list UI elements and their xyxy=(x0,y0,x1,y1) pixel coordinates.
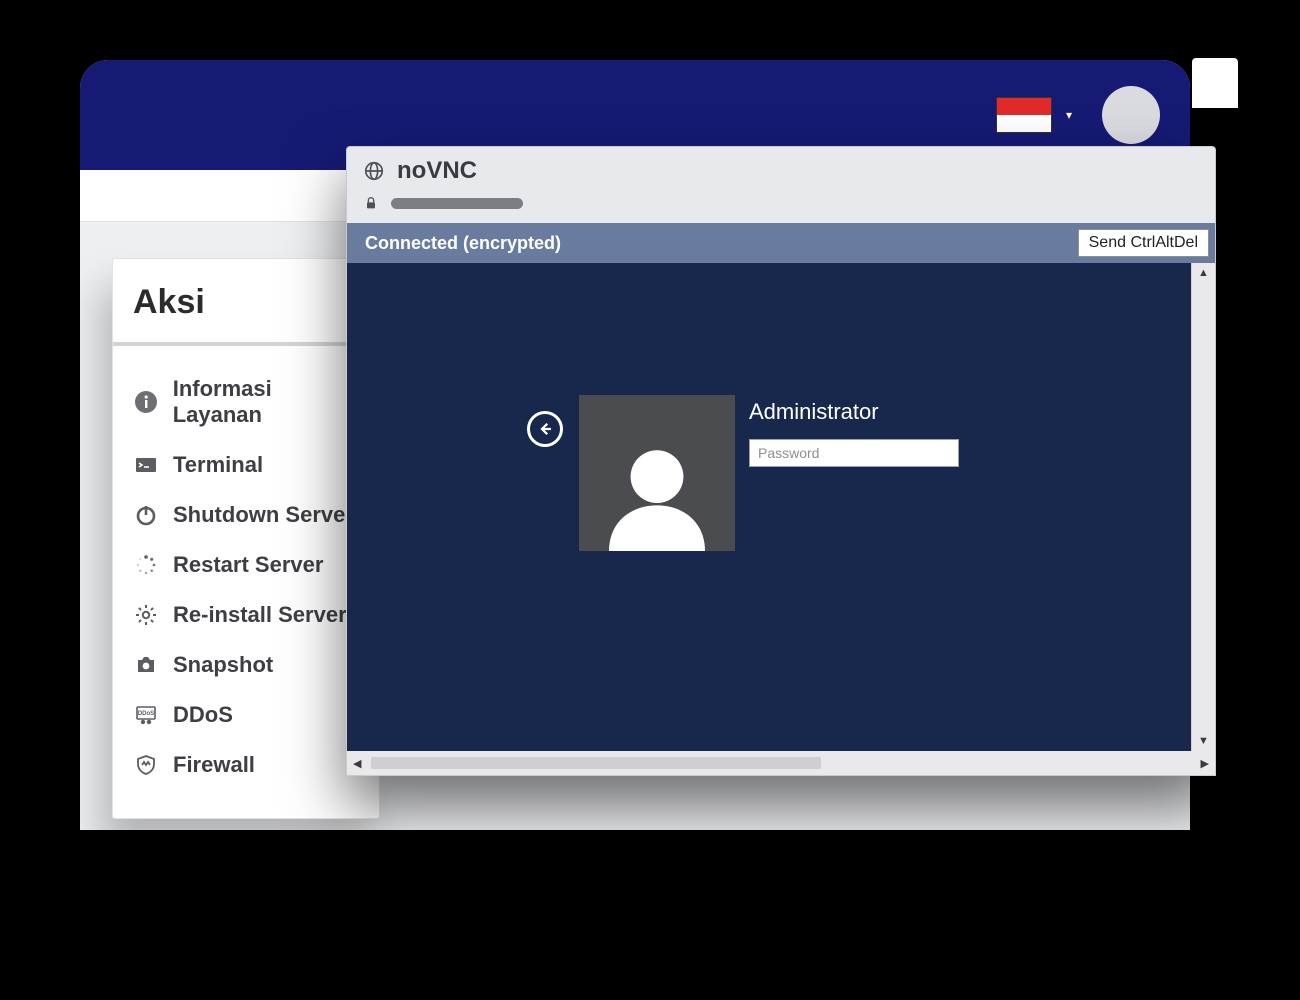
arrow-left-icon xyxy=(536,420,554,438)
scroll-up-icon[interactable]: ▲ xyxy=(1198,263,1209,283)
user-avatar[interactable] xyxy=(1102,86,1160,144)
scroll-down-icon[interactable]: ▼ xyxy=(1198,731,1209,751)
send-ctrlaltdel-button[interactable]: Send CtrlAltDel xyxy=(1078,229,1209,257)
sidebar-item-info[interactable]: Informasi Layanan xyxy=(129,364,369,440)
novnc-window: noVNC Connected (encrypted) Send CtrlAlt… xyxy=(346,146,1216,776)
power-icon xyxy=(133,502,159,528)
globe-icon xyxy=(363,160,385,182)
lock-icon xyxy=(363,195,379,211)
actions-sidebar: Aksi Informasi Layanan Terminal Shutdown xyxy=(112,258,380,819)
background-tab-notch xyxy=(1192,58,1238,108)
ddos-icon: DDoS xyxy=(133,702,159,728)
camera-icon xyxy=(133,652,159,678)
sidebar-item-label: Terminal xyxy=(173,452,263,478)
terminal-icon xyxy=(133,452,159,478)
user-icon xyxy=(597,431,717,551)
back-arrow-button[interactable] xyxy=(527,411,563,447)
login-user-avatar xyxy=(579,395,735,551)
sidebar-item-label: DDoS xyxy=(173,702,233,728)
sidebar-item-label: Informasi Layanan xyxy=(173,376,365,428)
svg-text:DDoS: DDoS xyxy=(138,711,154,717)
horizontal-scrollbar[interactable]: ◀ ▶ xyxy=(347,751,1215,775)
vertical-scrollbar[interactable]: ▲ ▼ xyxy=(1191,263,1215,751)
sidebar-item-firewall[interactable]: Firewall xyxy=(129,740,369,790)
sidebar-item-snapshot[interactable]: Snapshot xyxy=(129,640,369,690)
sidebar-item-restart[interactable]: Restart Server xyxy=(129,540,369,590)
sidebar-item-label: Restart Server xyxy=(173,552,323,578)
login-username: Administrator xyxy=(749,399,879,425)
browser-tab-row: noVNC xyxy=(347,147,1215,191)
sidebar-list: Informasi Layanan Terminal Shutdown Serv… xyxy=(113,346,379,818)
sidebar-title: Aksi xyxy=(113,259,379,342)
url-obscured xyxy=(391,198,523,209)
sidebar-item-reinstall[interactable]: Re-install Server xyxy=(129,590,369,640)
address-bar[interactable] xyxy=(347,191,1215,223)
locale-flag[interactable] xyxy=(996,97,1052,133)
password-input[interactable] xyxy=(749,439,959,467)
sidebar-item-ddos[interactable]: DDoS DDoS xyxy=(129,690,369,740)
scroll-right-icon[interactable]: ▶ xyxy=(1195,757,1215,770)
sidebar-item-label: Re-install Server xyxy=(173,602,347,628)
browser-tab-title: noVNC xyxy=(397,157,477,185)
vnc-status-bar: Connected (encrypted) Send CtrlAltDel xyxy=(347,223,1215,263)
remote-desktop-canvas[interactable]: Administrator xyxy=(347,263,1191,751)
sidebar-item-shutdown[interactable]: Shutdown Server xyxy=(129,490,369,540)
scroll-left-icon[interactable]: ◀ xyxy=(347,757,367,770)
locale-dropdown-caret[interactable]: ▾ xyxy=(1066,108,1072,122)
info-icon xyxy=(133,389,159,415)
scroll-thumb[interactable] xyxy=(371,757,821,769)
connection-status: Connected (encrypted) xyxy=(365,233,561,254)
shield-icon xyxy=(133,752,159,778)
gear-icon xyxy=(133,602,159,628)
sidebar-item-terminal[interactable]: Terminal xyxy=(129,440,369,490)
sidebar-item-label: Firewall xyxy=(173,752,255,778)
spinner-icon xyxy=(133,552,159,578)
sidebar-item-label: Shutdown Server xyxy=(173,502,354,528)
sidebar-item-label: Snapshot xyxy=(173,652,273,678)
